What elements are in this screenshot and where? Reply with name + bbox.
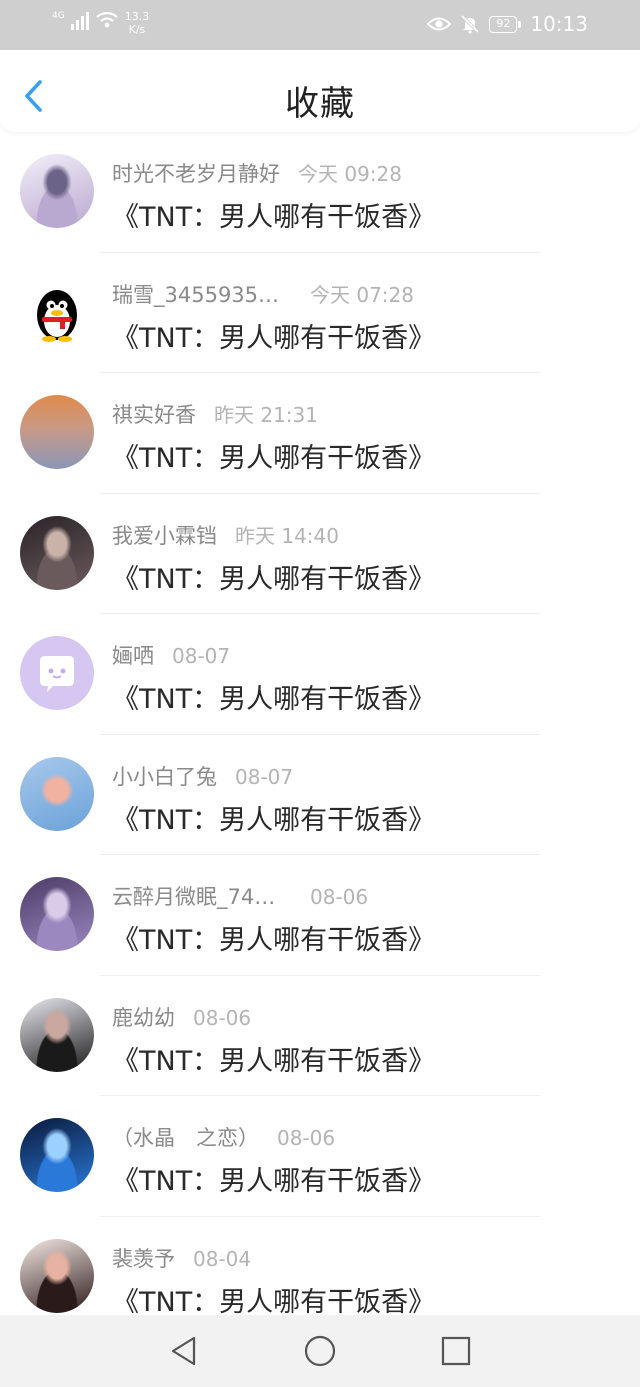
username: 云醉月微眠_74… (112, 885, 276, 909)
username: 裴羡予 (112, 1246, 175, 1271)
timestamp: 08-06 (310, 885, 369, 909)
timestamp: 今天 09:28 (298, 162, 402, 186)
timestamp: 08-07 (235, 764, 294, 789)
nav-back-button[interactable] (166, 1333, 202, 1369)
timestamp: 08-07 (172, 644, 231, 668)
nav-recent-button[interactable] (438, 1333, 474, 1369)
status-left: 4G 13.3 K/s (52, 10, 149, 36)
item-meta: 小小白了兔 08-07 (112, 761, 293, 791)
speed-value: 13.3 (124, 10, 150, 23)
page-title: 收藏 (285, 84, 355, 124)
item-meta: 瑞雪_3455935… 今天 07:28 (112, 279, 414, 309)
system-nav-bar (0, 1315, 640, 1387)
username: 瑞雪_3455935… (112, 282, 280, 307)
list-item[interactable]: 瑞雪_3455935… 今天 07:28 《TNT：男人哪有干饭香》 (0, 253, 640, 373)
list-item[interactable]: 云醉月微眠_74… 08-06 《TNT：男人哪有干饭香》 (0, 855, 640, 976)
signal-icon (70, 10, 89, 30)
item-meta: 时光不老岁月静好 今天 09:28 (112, 158, 402, 188)
list-item[interactable]: 鹿幼幼 08-06 《TNT：男人哪有干饭香》 (0, 976, 640, 1096)
message-text: 《TNT：男人哪有干饭香》 (112, 925, 436, 956)
username: 时光不老岁月静好 (112, 162, 280, 186)
wifi-icon (96, 11, 118, 28)
username: 婳哂 (112, 644, 154, 668)
message-text: 《TNT：男人哪有干饭香》 (112, 563, 436, 595)
username: 祺实好香 (112, 403, 196, 427)
list-item[interactable]: 我爱小霖铛 昨天 14:40 《TNT：男人哪有干饭香》 (0, 494, 640, 614)
rose-avatar[interactable] (20, 756, 94, 831)
message-text: 《TNT：男人哪有干饭香》 (112, 804, 436, 836)
message-text: 《TNT：男人哪有干饭香》 (112, 684, 436, 715)
anime-character-avatar[interactable] (20, 154, 94, 228)
item-meta: 婳哂 08-07 (112, 640, 230, 670)
message-text: 《TNT：男人哪有干饭香》 (112, 202, 436, 233)
username: 鹿幼幼 (112, 1005, 175, 1030)
message-text: 《TNT：男人哪有干饭香》 (112, 443, 436, 474)
status-time: 10:13 (530, 12, 588, 36)
timestamp: 今天 07:28 (310, 282, 414, 307)
penguin-icon (37, 289, 77, 342)
message-text: 《TNT：男人哪有干饭香》 (112, 1045, 436, 1077)
timestamp: 08-06 (193, 1005, 252, 1030)
sunset-sea-avatar[interactable] (20, 395, 94, 469)
mute-bell-icon (461, 14, 480, 34)
portrait-avatar[interactable] (20, 997, 94, 1072)
status-right: 92 10:13 (427, 12, 588, 36)
timestamp: 昨天 21:31 (214, 403, 318, 427)
list-item[interactable]: 小小白了兔 08-07 《TNT：男人哪有干饭香》 (0, 735, 640, 855)
network-speed: 13.3 K/s (125, 10, 150, 36)
chat-bubble-avatar[interactable] (20, 636, 94, 710)
item-meta: （水晶 之恋） 08-06 (112, 1122, 335, 1152)
list-item[interactable]: 祺实好香 昨天 21:31 《TNT：男人哪有干饭香》 (0, 373, 640, 494)
header: 收藏 (0, 50, 640, 132)
message-text: 《TNT：男人哪有干饭香》 (112, 322, 436, 354)
eye-icon (427, 17, 452, 31)
square-recent-icon (441, 1336, 471, 1366)
status-bar: 4G 13.3 K/s 92 10:13 (0, 0, 640, 50)
message-text: 《TNT：男人哪有干饭香》 (112, 1166, 436, 1197)
message-text: 《TNT：男人哪有干饭香》 (112, 1286, 436, 1318)
battery-level: 92 (496, 16, 511, 30)
timestamp: 昨天 14:40 (235, 523, 339, 548)
item-meta: 祺实好香 昨天 21:31 (112, 399, 318, 429)
timestamp: 08-04 (193, 1246, 252, 1271)
triangle-back-icon (171, 1336, 196, 1366)
portrait-avatar[interactable] (20, 515, 94, 590)
qq-penguin-avatar[interactable] (20, 274, 94, 349)
item-meta: 云醉月微眠_74… 08-06 (112, 881, 368, 911)
list-item[interactable]: 时光不老岁月静好 今天 09:28 《TNT：男人哪有干饭香》 (0, 132, 640, 253)
username: 我爱小霖铛 (112, 523, 217, 548)
item-meta: 我爱小霖铛 昨天 14:40 (112, 520, 339, 550)
username: （水晶 之恋） (112, 1126, 259, 1150)
list-item[interactable]: 婳哂 08-07 《TNT：男人哪有干饭香》 (0, 614, 640, 735)
network-type: 4G (52, 11, 65, 21)
list-item[interactable]: （水晶 之恋） 08-06 《TNT：男人哪有干饭香》 (0, 1096, 640, 1217)
chat-bubble-icon (40, 656, 74, 692)
portrait-avatar[interactable] (20, 1238, 94, 1313)
timestamp: 08-06 (277, 1126, 336, 1150)
nav-home-button[interactable] (302, 1333, 338, 1369)
speed-unit: K/s (128, 23, 146, 36)
item-meta: 裴羡予 08-04 (112, 1243, 251, 1273)
battery-icon: 92 (489, 15, 522, 33)
username: 小小白了兔 (112, 764, 217, 789)
blue-night-avatar[interactable] (20, 1118, 94, 1192)
circle-home-icon (304, 1335, 336, 1367)
purple-portrait-avatar[interactable] (20, 877, 94, 951)
item-meta: 鹿幼幼 08-06 (112, 1002, 251, 1032)
favorites-list: 时光不老岁月静好 今天 09:28 《TNT：男人哪有干饭香》 瑞雪_34559… (0, 132, 640, 1337)
